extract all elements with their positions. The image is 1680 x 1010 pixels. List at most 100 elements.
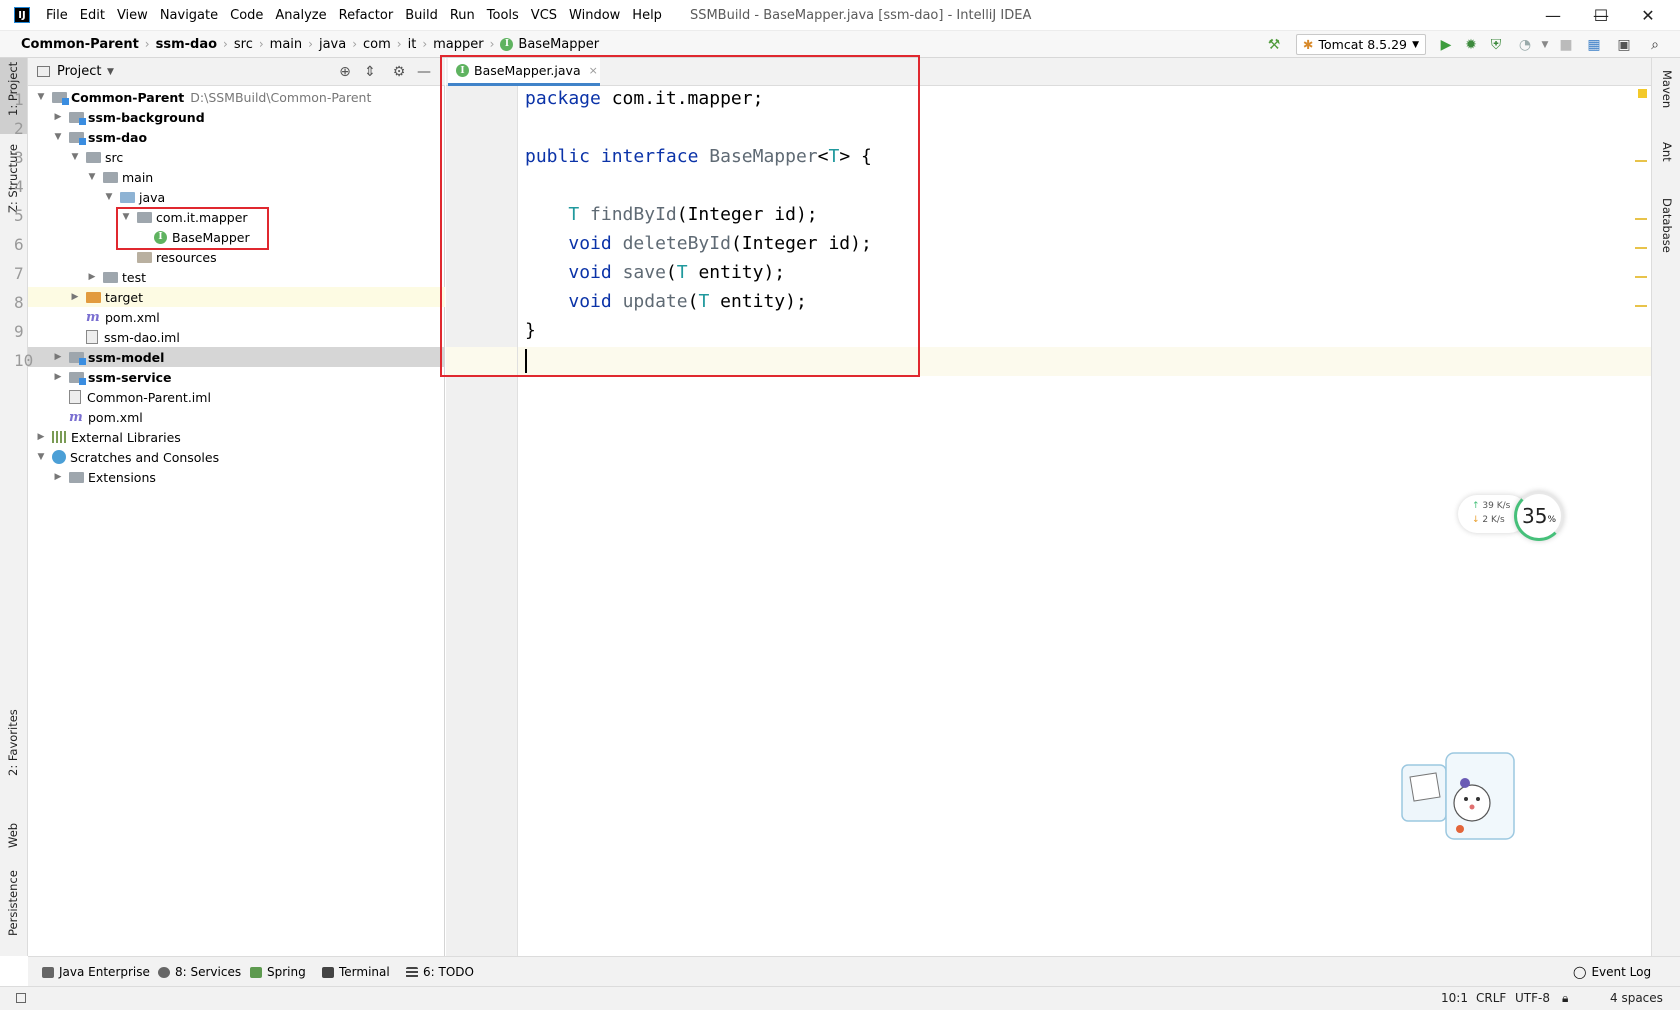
menu-view[interactable]: View xyxy=(111,0,154,31)
menu-build[interactable]: Build xyxy=(399,0,444,31)
line-separator[interactable]: CRLF xyxy=(1476,991,1506,1005)
breadcrumb-src[interactable]: src xyxy=(231,37,256,52)
tool-tab-favorites[interactable]: 2: Favorites xyxy=(6,709,20,776)
expand-down-icon[interactable]: ▼ xyxy=(34,92,48,102)
breadcrumb-common-parent[interactable]: Common-Parent xyxy=(18,37,142,52)
maximize-button[interactable]: ☐ xyxy=(1578,0,1624,31)
tree-item-ssm-dao[interactable]: ▼ ssm-dao xyxy=(28,127,445,147)
project-panel: Project ▼ ⊕ ⇕ ⚙ — ▼ Common-Parent D:\SSMBu… xyxy=(28,58,445,956)
caret-position[interactable]: 10:1 xyxy=(1441,991,1468,1005)
menu-window[interactable]: Window xyxy=(563,0,626,31)
tool-tab-todo[interactable]: 6: TODO xyxy=(406,965,474,979)
menu-code[interactable]: Code xyxy=(224,0,269,31)
scroll-marker[interactable] xyxy=(1635,218,1647,220)
lock-icon[interactable]: 🔒︎ xyxy=(1562,991,1568,1006)
tool-tab-terminal[interactable]: Terminal xyxy=(322,965,390,979)
expand-right-icon[interactable]: ▶ xyxy=(34,432,48,442)
tool-tab-persistence[interactable]: Persistence xyxy=(6,870,20,936)
build-hammer-icon[interactable]: ⚒ xyxy=(1264,35,1284,55)
scroll-marker[interactable] xyxy=(1635,276,1647,278)
tree-item-ssm-background[interactable]: ▶ ssm-background xyxy=(28,107,445,127)
tool-tab-ant[interactable]: Ant xyxy=(1660,142,1674,162)
search-icon[interactable]: ⌕ xyxy=(1645,35,1665,55)
tree-item-src[interactable]: ▼ src xyxy=(28,147,445,167)
tree-item-external-libraries[interactable]: ▶ External Libraries xyxy=(28,427,445,447)
run-configuration-select[interactable]: ✱ Tomcat 8.5.29 ▼ xyxy=(1296,34,1426,55)
tree-item-pom-xml[interactable]: m pom.xml xyxy=(28,407,445,427)
toggle-tool-windows-icon[interactable] xyxy=(16,993,26,1003)
expand-right-icon[interactable]: ▶ xyxy=(68,292,82,302)
tree-item-scratches-and-consoles[interactable]: ▼ Scratches and Consoles xyxy=(28,447,445,467)
expand-down-icon[interactable]: ▼ xyxy=(34,452,48,462)
tree-item-ssm-model[interactable]: ▶ ssm-model xyxy=(28,347,445,367)
tree-item-pom-xml[interactable]: m pom.xml xyxy=(28,307,445,327)
tree-item-main[interactable]: ▼ main xyxy=(28,167,445,187)
run-icon[interactable]: ▶ xyxy=(1436,35,1456,55)
network-monitor-widget[interactable]: ↑ 39 K/s ↓ 2 K/s 35% xyxy=(1458,491,1564,541)
menu-edit[interactable]: Edit xyxy=(74,0,111,31)
stop-icon[interactable]: ■ xyxy=(1556,35,1576,55)
scroll-marker[interactable] xyxy=(1635,305,1647,307)
expand-down-icon[interactable]: ▼ xyxy=(51,132,65,142)
menu-navigate[interactable]: Navigate xyxy=(154,0,224,31)
tree-item-java[interactable]: ▼ java xyxy=(28,187,445,207)
hide-panel-icon[interactable]: — xyxy=(414,62,434,82)
expand-right-icon[interactable]: ▶ xyxy=(51,112,65,122)
menu-help[interactable]: Help xyxy=(626,0,668,31)
chevron-down-icon[interactable]: ▼ xyxy=(107,67,114,77)
menu-refactor[interactable]: Refactor xyxy=(333,0,400,31)
collapse-all-icon[interactable]: ⇕ xyxy=(360,62,380,82)
tool-tab-web[interactable]: Web xyxy=(6,823,20,848)
menu-analyze[interactable]: Analyze xyxy=(269,0,332,31)
breadcrumb-basemapper[interactable]: I BaseMapper xyxy=(497,37,602,52)
project-view-selector[interactable]: Project xyxy=(57,64,101,79)
tool-tab-maven[interactable]: Maven xyxy=(1660,70,1674,108)
tree-item-resources[interactable]: resources xyxy=(28,247,445,267)
scroll-marker[interactable] xyxy=(1635,160,1647,162)
close-window-button[interactable]: ✕ xyxy=(1625,0,1671,31)
tree-item-common-parent[interactable]: ▼ Common-Parent D:\SSMBuild\Common-Parent xyxy=(28,87,445,107)
menu-file[interactable]: File xyxy=(40,0,74,31)
tree-item-target[interactable]: ▶ target xyxy=(28,287,445,307)
tool-tab-services[interactable]: 8: Services xyxy=(158,965,241,979)
tool-tab-spring[interactable]: Spring xyxy=(250,965,306,979)
profile-chevron-icon[interactable]: ▼ xyxy=(1535,35,1555,55)
tree-item-label: External Libraries xyxy=(71,429,181,445)
locate-icon[interactable]: ⊕ xyxy=(335,62,355,82)
analysis-status-icon[interactable] xyxy=(1638,89,1647,98)
menu-vcs[interactable]: VCS xyxy=(525,0,563,31)
breadcrumb-it[interactable]: it xyxy=(405,37,420,52)
breadcrumb-java[interactable]: java xyxy=(316,37,349,52)
gear-icon[interactable]: ⚙ xyxy=(389,62,409,82)
tree-item-extensions[interactable]: ▶ Extensions xyxy=(28,467,445,487)
tree-item-ssm-dao-iml[interactable]: ssm-dao.iml xyxy=(28,327,445,347)
profile-icon[interactable]: ◔ xyxy=(1515,35,1535,55)
tree-item-ssm-service[interactable]: ▶ ssm-service xyxy=(28,367,445,387)
tool-tab-database[interactable]: Database xyxy=(1660,198,1674,253)
expand-down-icon[interactable]: ▼ xyxy=(68,152,82,162)
menu-run[interactable]: Run xyxy=(444,0,481,31)
expand-down-icon[interactable]: ▼ xyxy=(85,172,99,182)
coverage-icon[interactable]: ⛨ xyxy=(1486,35,1506,55)
scroll-marker[interactable] xyxy=(1635,247,1647,249)
expand-right-icon[interactable]: ▶ xyxy=(51,352,65,362)
file-encoding[interactable]: UTF-8 xyxy=(1515,991,1550,1005)
breadcrumb-mapper[interactable]: mapper xyxy=(430,37,486,52)
tree-item-common-parent-iml[interactable]: Common-Parent.iml xyxy=(28,387,445,407)
breadcrumb-ssm-dao[interactable]: ssm-dao xyxy=(153,37,220,52)
menu-tools[interactable]: Tools xyxy=(481,0,525,31)
expand-down-icon[interactable]: ▼ xyxy=(102,192,116,202)
expand-right-icon[interactable]: ▶ xyxy=(51,372,65,382)
indent-setting[interactable]: 4 spaces xyxy=(1610,991,1663,1005)
minimize-button[interactable]: — xyxy=(1530,0,1576,31)
project-structure-icon[interactable]: ▦ xyxy=(1584,35,1604,55)
breadcrumb-com[interactable]: com xyxy=(360,37,394,52)
expand-right-icon[interactable]: ▶ xyxy=(85,272,99,282)
tool-tab-java-enterprise[interactable]: Java Enterprise xyxy=(42,965,150,979)
tree-item-test[interactable]: ▶ test xyxy=(28,267,445,287)
tool-tab-event-log[interactable]: ◯ Event Log xyxy=(1573,965,1651,979)
layout-icon[interactable]: ▣ xyxy=(1614,35,1634,55)
breadcrumb-main[interactable]: main xyxy=(267,37,305,52)
debug-icon[interactable]: ✹ xyxy=(1461,35,1481,55)
expand-right-icon[interactable]: ▶ xyxy=(51,472,65,482)
